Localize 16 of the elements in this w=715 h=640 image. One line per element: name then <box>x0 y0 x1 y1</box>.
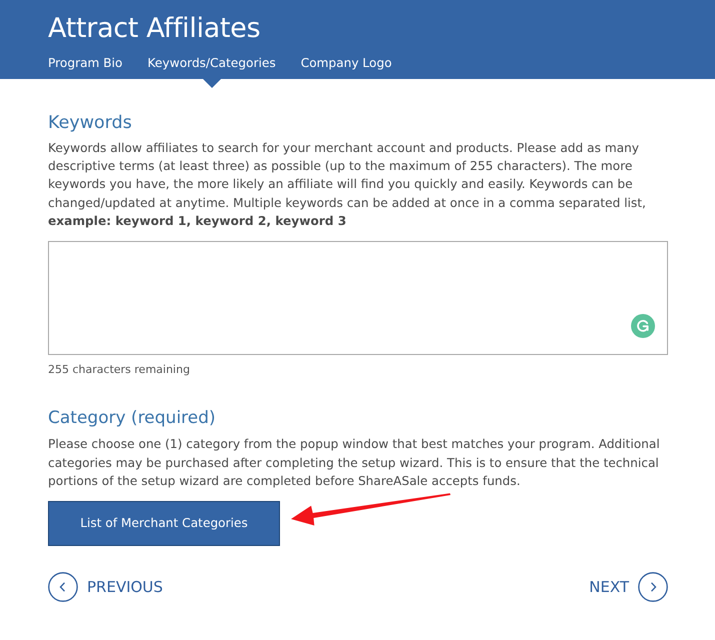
chevron-left-icon <box>48 572 78 602</box>
keywords-field[interactable] <box>48 241 668 356</box>
next-link[interactable]: NEXT <box>589 572 668 602</box>
page-title: Attract Affiliates <box>48 12 262 46</box>
characters-remaining: 255 characters remaining <box>48 363 191 378</box>
category-description: Please choose one (1) category from the popup window that best matches your program. Additional categories may be purchased after completing the setup wizard. This is to ensure that the technical portions of the setup wizard are completed before ShareASale accepts funds. <box>48 436 661 490</box>
tab[interactable]: Company Logo <box>300 54 392 72</box>
tab[interactable]: Keywords/Categories <box>148 54 276 72</box>
chevron-right-icon <box>638 572 668 602</box>
section-heading: Keywords <box>48 112 133 134</box>
section-heading: Category (required) <box>48 407 217 430</box>
keywords-description: Keywords allow affiliates to search for your merchant account and products. Please add as many descriptive terms (at least three) as possible (up to the maximum of 255 characters). The more keywords you have, the more likely an affiliate will find you quickly and easily. Keywords can be changed/updated at anytime. Multiple keywords can be added at once in a comma separated list, example: keyword 1, keyword 2, keyword 3 <box>48 140 647 230</box>
g-circle-icon[interactable] <box>631 314 655 338</box>
previous-link[interactable]: PREVIOUS <box>48 572 163 602</box>
merchant-categories-button[interactable]: List of Merchant Categories <box>48 500 280 546</box>
tab[interactable]: Program Bio <box>48 54 122 72</box>
